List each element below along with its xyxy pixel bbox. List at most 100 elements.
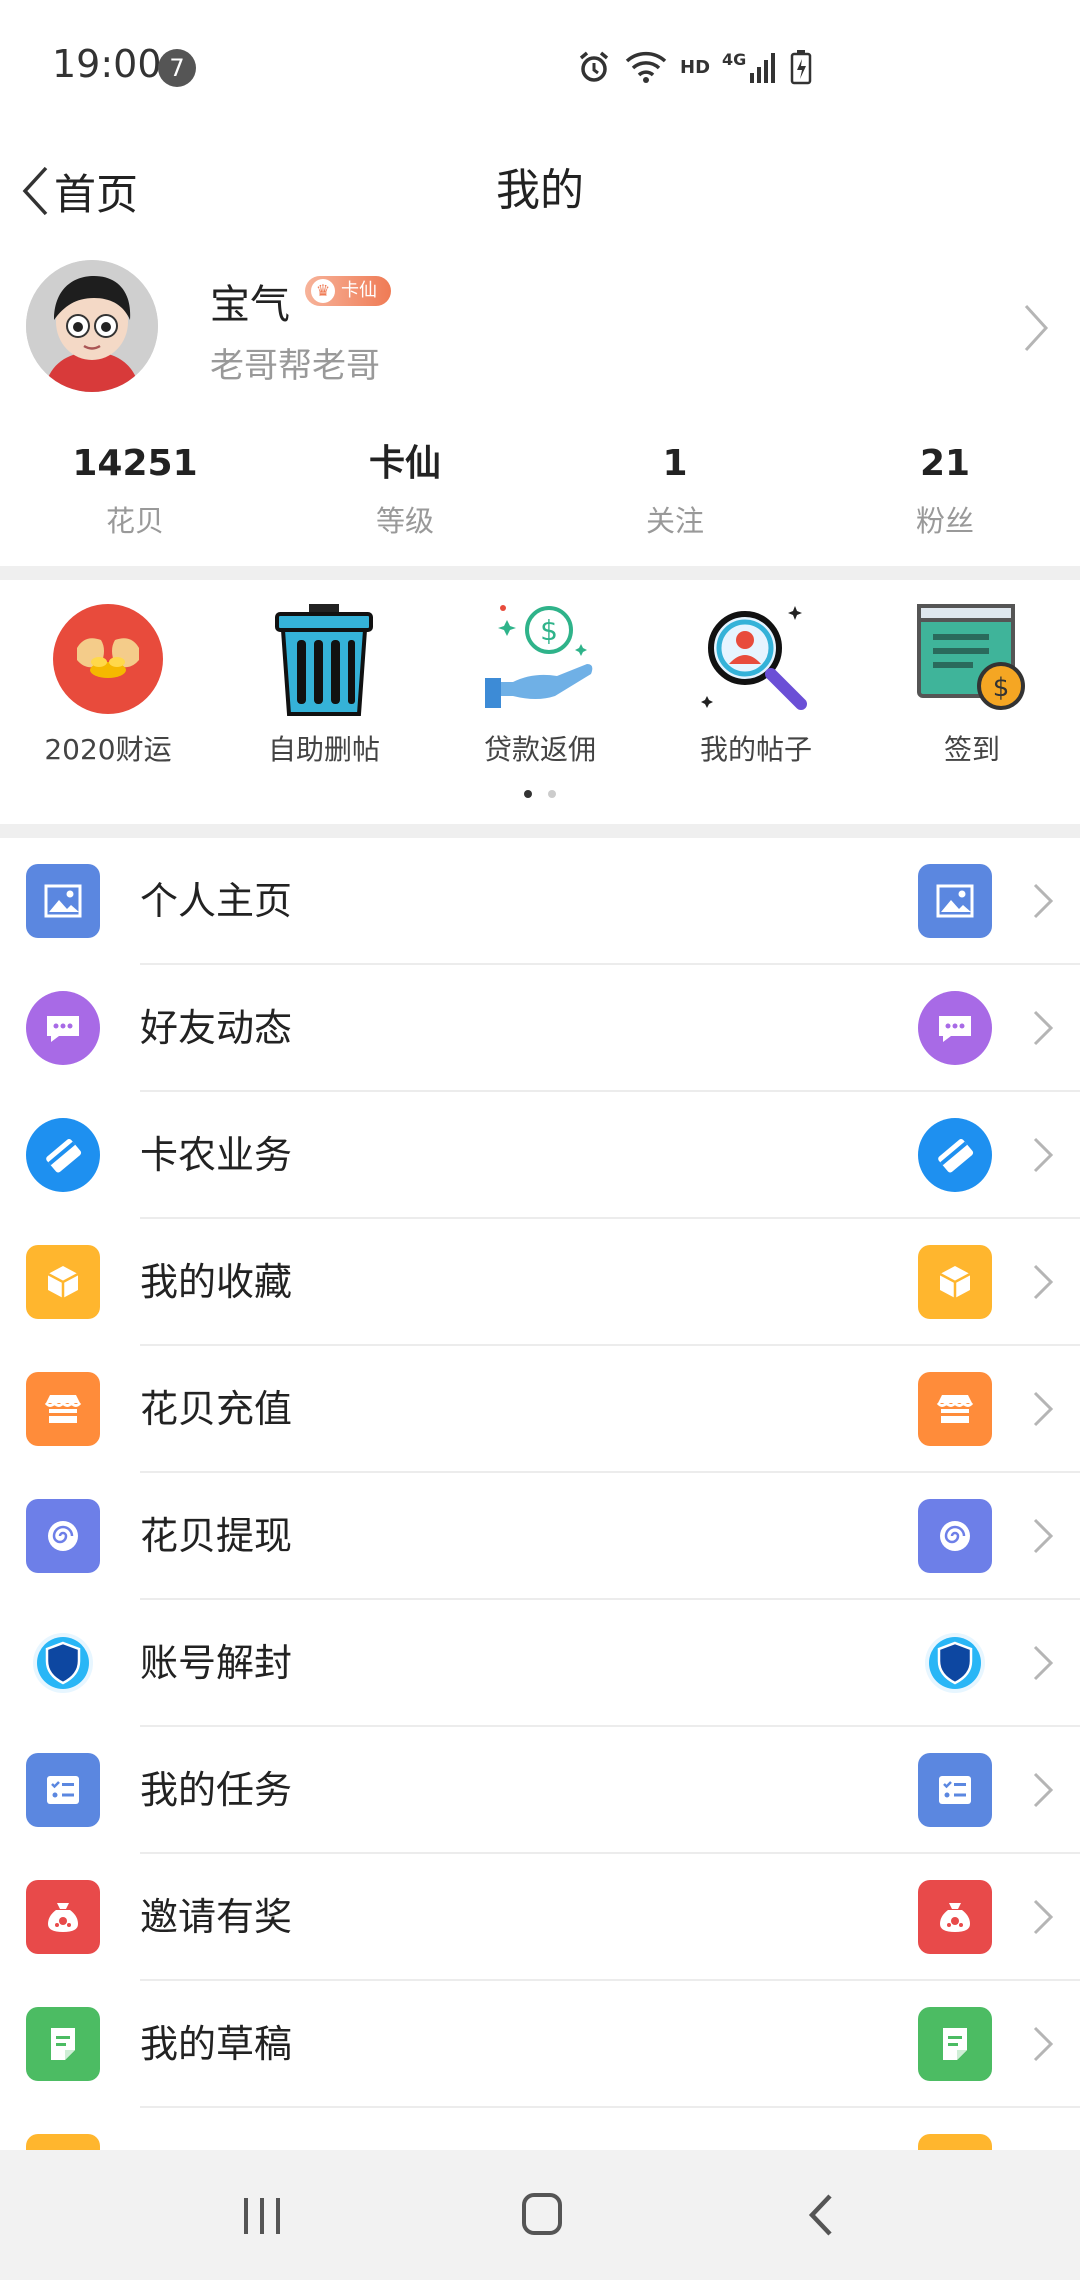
quick-action-label: 贷款返佣 — [483, 733, 596, 766]
gift-bag-icon — [26, 1880, 100, 1954]
money-hand-icon: $ — [485, 605, 593, 708]
menu-item-label: 卡农业务 — [140, 1133, 293, 1177]
profile-signature: 老哥帮老哥 — [210, 346, 380, 386]
menu-item-label: 我的任务 — [140, 1768, 293, 1812]
stat-level[interactable]: 卡仙 等级 — [270, 440, 540, 550]
chevron-right-icon — [1033, 1899, 1054, 1935]
card-icon — [918, 1118, 992, 1192]
menu-item-label: 个人主页 — [140, 879, 293, 923]
status-time: 19:00 — [52, 42, 162, 86]
quick-actions: 2020财运 自助删帖 $ 贷款返佣 我的帖子 $ 签到 — [0, 580, 1080, 820]
battery-icon — [791, 50, 812, 85]
stat-value: 14251 — [72, 443, 198, 484]
back-button[interactable]: 首页 — [20, 146, 138, 236]
menu-item-kanong-business[interactable]: 卡农业务 — [0, 1092, 1080, 1219]
chevron-right-icon — [1033, 1518, 1054, 1554]
menu-list: 个人主页 好友动态 卡农业务 我的收藏 花贝充值 花贝提现 账号解封 我的任务 … — [0, 838, 1080, 2235]
menu-item-my-tasks[interactable]: 我的任务 — [0, 1727, 1080, 1854]
network-hd-label: HD — [680, 56, 711, 78]
menu-item-label: 我的草稿 — [140, 2022, 293, 2066]
status-icons: HD 4G — [576, 46, 812, 88]
stat-value: 1 — [662, 443, 688, 484]
menu-item-label: 好友动态 — [140, 1006, 293, 1050]
quick-action-label: 签到 — [943, 733, 1000, 766]
menu-item-invite-reward[interactable]: 邀请有奖 — [0, 1854, 1080, 1981]
menu-item-account-unban[interactable]: 账号解封 — [0, 1600, 1080, 1727]
quick-action-loan-rebate[interactable]: $ 贷款返佣 — [432, 580, 648, 820]
chevron-right-icon — [1024, 304, 1049, 352]
stat-following[interactable]: 1 关注 — [540, 440, 810, 550]
menu-item-huabei-withdraw[interactable]: 花贝提现 — [0, 1473, 1080, 1600]
network-type-label: 4G — [722, 49, 747, 69]
menu-item-friend-feed[interactable]: 好友动态 — [0, 965, 1080, 1092]
notification-count-badge: 7 — [158, 49, 196, 87]
recent-apps-icon[interactable] — [222, 2180, 302, 2250]
menu-item-label: 邀请有奖 — [140, 1895, 293, 1939]
stat-label: 关注 — [645, 504, 704, 538]
swirl-icon — [26, 1499, 100, 1573]
stat-label: 粉丝 — [915, 504, 974, 538]
menu-item-personal-homepage[interactable]: 个人主页 — [0, 838, 1080, 965]
store-icon — [26, 1372, 100, 1446]
back-nav-icon[interactable] — [782, 2180, 862, 2250]
stat-label: 等级 — [375, 504, 434, 538]
svg-text:$: $ — [993, 673, 1010, 703]
nav-bar: 首页 我的 — [0, 130, 1080, 250]
menu-item-label: 花贝充值 — [140, 1387, 293, 1431]
chevron-right-icon — [1033, 1391, 1054, 1427]
back-chevron-icon — [22, 166, 48, 216]
menu-item-favorites[interactable]: 我的收藏 — [0, 1219, 1080, 1346]
swirl-icon — [918, 1499, 992, 1573]
page-title: 我的 — [496, 165, 584, 216]
back-label: 首页 — [54, 169, 139, 219]
status-bar: 19:00 7 HD 4G — [0, 0, 1080, 130]
level-badge: ♛ 卡仙 — [305, 276, 391, 306]
chevron-right-icon — [1033, 1772, 1054, 1808]
menu-item-label: 花贝提现 — [140, 1514, 293, 1558]
profile-card[interactable]: 宝气 ♛ 卡仙 老哥帮老哥 — [0, 250, 1080, 410]
page-indicator — [0, 786, 1080, 802]
username: 宝气 — [210, 282, 290, 328]
chevron-right-icon — [1033, 1010, 1054, 1046]
menu-item-huabei-recharge[interactable]: 花贝充值 — [0, 1346, 1080, 1473]
page-dot — [548, 790, 556, 798]
stat-huabei[interactable]: 14251 花贝 — [0, 440, 270, 550]
picture-icon — [26, 864, 100, 938]
card-icon — [26, 1118, 100, 1192]
system-nav-bar — [0, 2150, 1080, 2280]
stat-value: 卡仙 — [368, 443, 441, 484]
chat-icon — [918, 991, 992, 1065]
stat-value: 21 — [919, 443, 971, 484]
gift-bag-icon — [918, 1880, 992, 1954]
menu-item-drafts[interactable]: 我的草稿 — [0, 1981, 1080, 2108]
wifi-icon — [625, 51, 667, 83]
trash-icon — [275, 604, 373, 716]
quick-action-delete-post[interactable]: 自助删帖 — [216, 580, 432, 820]
chevron-right-icon — [1033, 2026, 1054, 2062]
menu-item-label: 我的收藏 — [140, 1260, 293, 1304]
svg-text:$: $ — [540, 614, 558, 647]
chat-icon — [26, 991, 100, 1065]
alarm-icon — [579, 51, 609, 82]
signin-icon: $ — [917, 604, 1025, 710]
shield-icon — [918, 1626, 992, 1700]
quick-action-label: 自助删帖 — [267, 733, 380, 766]
shield-icon — [26, 1626, 100, 1700]
fortune-icon — [53, 604, 163, 714]
stats-row: 14251 花贝 卡仙 等级 1 关注 21 粉丝 — [0, 440, 1080, 550]
page-dot-active — [524, 790, 532, 798]
chevron-right-icon — [1033, 1264, 1054, 1300]
avatar-cartoon-icon — [26, 260, 158, 392]
quick-action-my-posts[interactable]: 我的帖子 — [648, 580, 864, 820]
quick-action-fortune[interactable]: 2020财运 — [0, 580, 216, 820]
crown-icon: ♛ — [311, 279, 335, 303]
avatar[interactable] — [26, 260, 158, 392]
chevron-right-icon — [1033, 1645, 1054, 1681]
chevron-right-icon — [1033, 883, 1054, 919]
box-icon — [26, 1245, 100, 1319]
quick-action-signin[interactable]: $ 签到 — [864, 580, 1080, 820]
quick-action-label: 我的帖子 — [699, 733, 812, 766]
chevron-right-icon — [1033, 1137, 1054, 1173]
stat-followers[interactable]: 21 粉丝 — [810, 440, 1080, 550]
home-icon[interactable] — [502, 2180, 582, 2250]
